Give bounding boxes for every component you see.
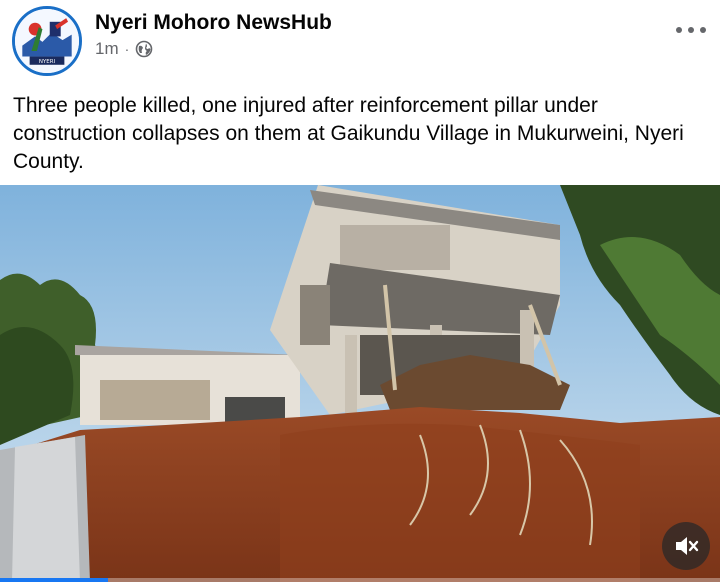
more-options-button[interactable] [676,20,706,40]
page-name-link[interactable]: Nyeri Mohoro NewsHub [95,11,332,35]
more-horizontal-icon [676,27,682,33]
mute-toggle-button[interactable] [662,522,710,570]
post-caption: Three people killed, one injured after r… [13,94,684,173]
post-timestamp[interactable]: 1m [95,39,119,59]
post-meta: 1m · [95,39,153,59]
video-frame-image [0,185,720,582]
post-header: NYERI Nyeri Mohoro NewsHub 1m · [0,0,720,80]
post-video[interactable] [0,185,720,582]
speaker-muted-icon [676,537,699,555]
avatar-logo-text: NYERI [39,59,56,65]
globe-icon[interactable] [135,40,153,58]
avatar[interactable]: NYERI [12,6,82,76]
video-progress-fill [0,578,108,582]
meta-separator: · [124,41,130,57]
video-progress-bar[interactable] [0,578,720,582]
